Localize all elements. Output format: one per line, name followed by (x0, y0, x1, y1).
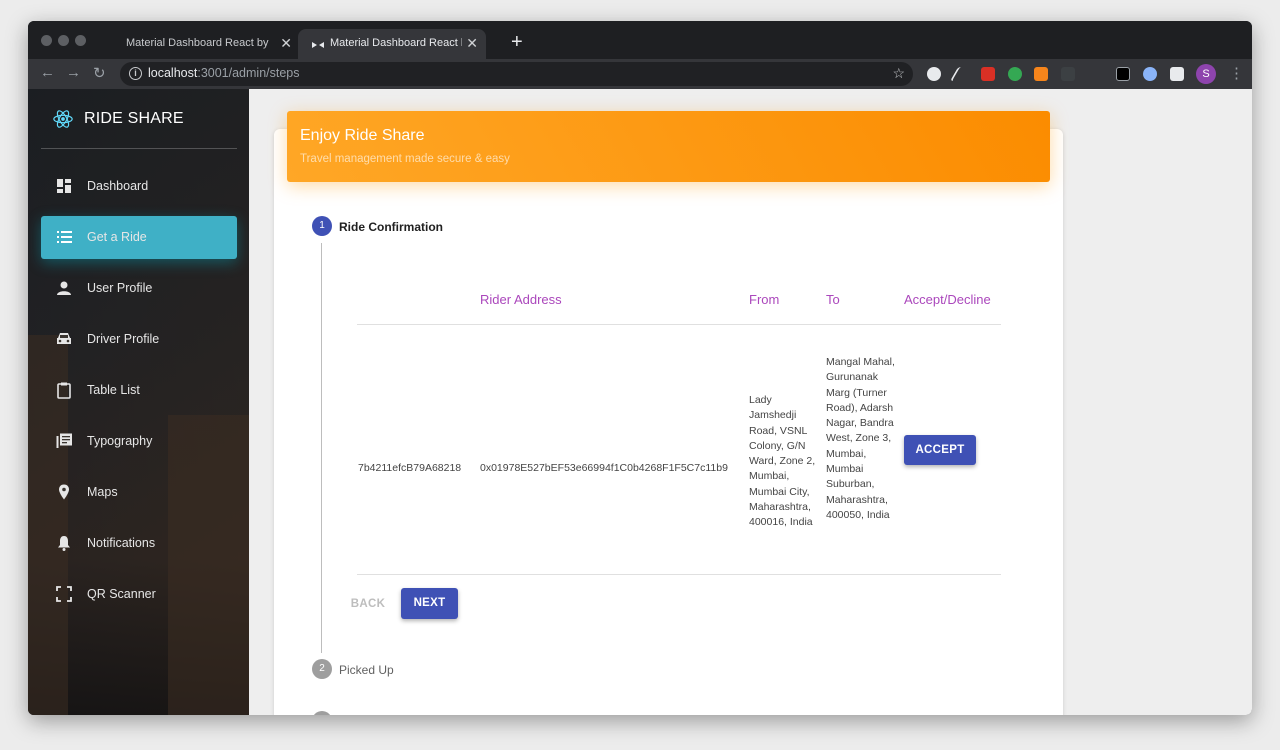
library-books-icon (56, 433, 72, 448)
sidebar-item-label: QR Scanner (87, 587, 156, 601)
clipboard-icon (57, 382, 71, 399)
sidebar-item-label: Notifications (87, 536, 156, 550)
bookmark-star-icon[interactable]: ☆ (892, 65, 905, 82)
sidebar-item-maps[interactable]: Maps (41, 471, 237, 514)
step-2-label[interactable]: Picked Up (339, 663, 394, 677)
rider-address-cell: 0x01978E527bEF53e66994f1C0b4268F1F5C7c11… (480, 462, 728, 474)
car-icon (57, 333, 71, 344)
tab-close-icon[interactable]: ✕ (466, 35, 478, 52)
tab-label: Material Dashboard React by C (126, 37, 271, 49)
browser-tab-1[interactable]: Material Dashboard React by C ✕ (112, 29, 300, 59)
bell-icon (58, 536, 70, 551)
extension-green-icon[interactable] (1008, 67, 1022, 81)
sidebar-item-table-list[interactable]: Table List (41, 369, 237, 412)
browser-window: Material Dashboard React by C ✕ Material… (28, 21, 1252, 715)
step-1-label[interactable]: Ride Confirmation (339, 220, 443, 234)
url-bar[interactable]: i localhost:3001/admin/steps ☆ (120, 62, 913, 86)
extension-bug-icon[interactable] (1061, 67, 1075, 81)
address-toolbar: ← → ↻ i localhost:3001/admin/steps ☆ S ⋮ (28, 59, 1252, 89)
column-header-from: From (749, 292, 780, 307)
location-pin-icon (59, 484, 69, 500)
column-header-to: To (826, 292, 840, 307)
favicon-icon (312, 42, 324, 48)
sidebar-item-qr-scanner[interactable]: QR Scanner (41, 573, 237, 616)
back-button[interactable]: BACK (343, 589, 393, 619)
minimize-window-icon[interactable] (58, 35, 69, 46)
ride-id-cell: 7b4211efcB79A68218 (358, 462, 462, 474)
metamask-icon[interactable] (1034, 67, 1048, 81)
stepper-connector (321, 243, 322, 653)
new-tab-icon[interactable]: + (511, 31, 523, 54)
terminal-icon[interactable] (1116, 67, 1130, 81)
column-header-rider-address: Rider Address (480, 292, 562, 307)
extension-red-icon[interactable] (981, 67, 995, 81)
fullscreen-icon (56, 586, 72, 602)
back-arrow-icon[interactable]: ← (40, 64, 55, 81)
sidebar-item-label: Typography (87, 434, 153, 448)
extension-search-icon[interactable] (1143, 67, 1157, 81)
tab-label: Material Dashboard React by C (330, 37, 462, 49)
person-icon (57, 281, 71, 295)
accept-button[interactable]: ACCEPT (904, 435, 976, 465)
browser-tab-2[interactable]: Material Dashboard React by C ✕ (298, 29, 486, 59)
extension-pen-icon[interactable] (949, 67, 973, 81)
sidebar-item-get-a-ride[interactable]: Get a Ride (41, 216, 237, 259)
tab-strip: Material Dashboard React by C ✕ Material… (28, 21, 1252, 59)
column-header-accept-decline: Accept/Decline (904, 292, 991, 307)
sidebar-item-notifications[interactable]: Notifications (41, 522, 237, 565)
card-title: Enjoy Ride Share (300, 127, 425, 144)
sidebar-item-label: Driver Profile (87, 332, 160, 346)
card-subtitle: Travel management made secure & easy (300, 153, 510, 165)
tab-close-icon[interactable]: ✕ (280, 35, 292, 52)
sidebar-item-typography[interactable]: Typography (41, 420, 237, 463)
sidebar-item-user-profile[interactable]: User Profile (41, 267, 237, 310)
from-address-cell: Lady Jamshedji Road, VSNL Colony, G/N Wa… (749, 394, 816, 529)
card-header: Enjoy Ride Share Travel management made … (287, 111, 1050, 182)
extension-circle-icon[interactable] (927, 67, 941, 81)
forward-arrow-icon[interactable]: → (66, 64, 81, 81)
page-viewport: RIDE SHARE Dashboard Get a Ride User Pro… (28, 89, 1252, 715)
sidebar-item-label: Table List (87, 383, 140, 397)
more-menu-icon[interactable]: ⋮ (1229, 64, 1244, 82)
puzzle-extensions-icon[interactable] (1170, 67, 1184, 81)
sidebar-item-label: User Profile (87, 281, 153, 295)
to-address-cell: Mangal Mahal, Gurunanak Marg (Turner Roa… (826, 356, 895, 521)
table-row-divider (357, 574, 1001, 575)
divider (41, 148, 237, 149)
table-header-divider (357, 324, 1001, 325)
step-2-icon[interactable]: 2 (312, 659, 332, 679)
url-path: :3001/admin/steps (197, 66, 300, 80)
sidebar-item-label: Get a Ride (87, 230, 147, 244)
stepper-card (274, 129, 1063, 715)
close-window-icon[interactable] (41, 35, 52, 46)
sidebar-item-label: Dashboard (87, 179, 149, 193)
reload-icon[interactable]: ↻ (93, 64, 106, 82)
dashboard-icon (57, 179, 71, 193)
list-icon (57, 231, 72, 243)
brand[interactable]: RIDE SHARE (52, 108, 184, 132)
sidebar: RIDE SHARE Dashboard Get a Ride User Pro… (28, 89, 249, 715)
url-host: localhost (148, 66, 198, 80)
step-1-icon[interactable]: 1 (312, 216, 332, 236)
sidebar-item-driver-profile[interactable]: Driver Profile (41, 318, 237, 361)
maximize-window-icon[interactable] (75, 35, 86, 46)
next-button[interactable]: NEXT (401, 588, 458, 619)
react-logo-icon (53, 110, 73, 128)
profile-avatar[interactable]: S (1196, 64, 1216, 84)
brand-name: RIDE SHARE (84, 110, 184, 127)
sidebar-item-dashboard[interactable]: Dashboard (41, 165, 237, 208)
info-icon[interactable]: i (129, 67, 142, 80)
sidebar-item-label: Maps (87, 485, 118, 499)
